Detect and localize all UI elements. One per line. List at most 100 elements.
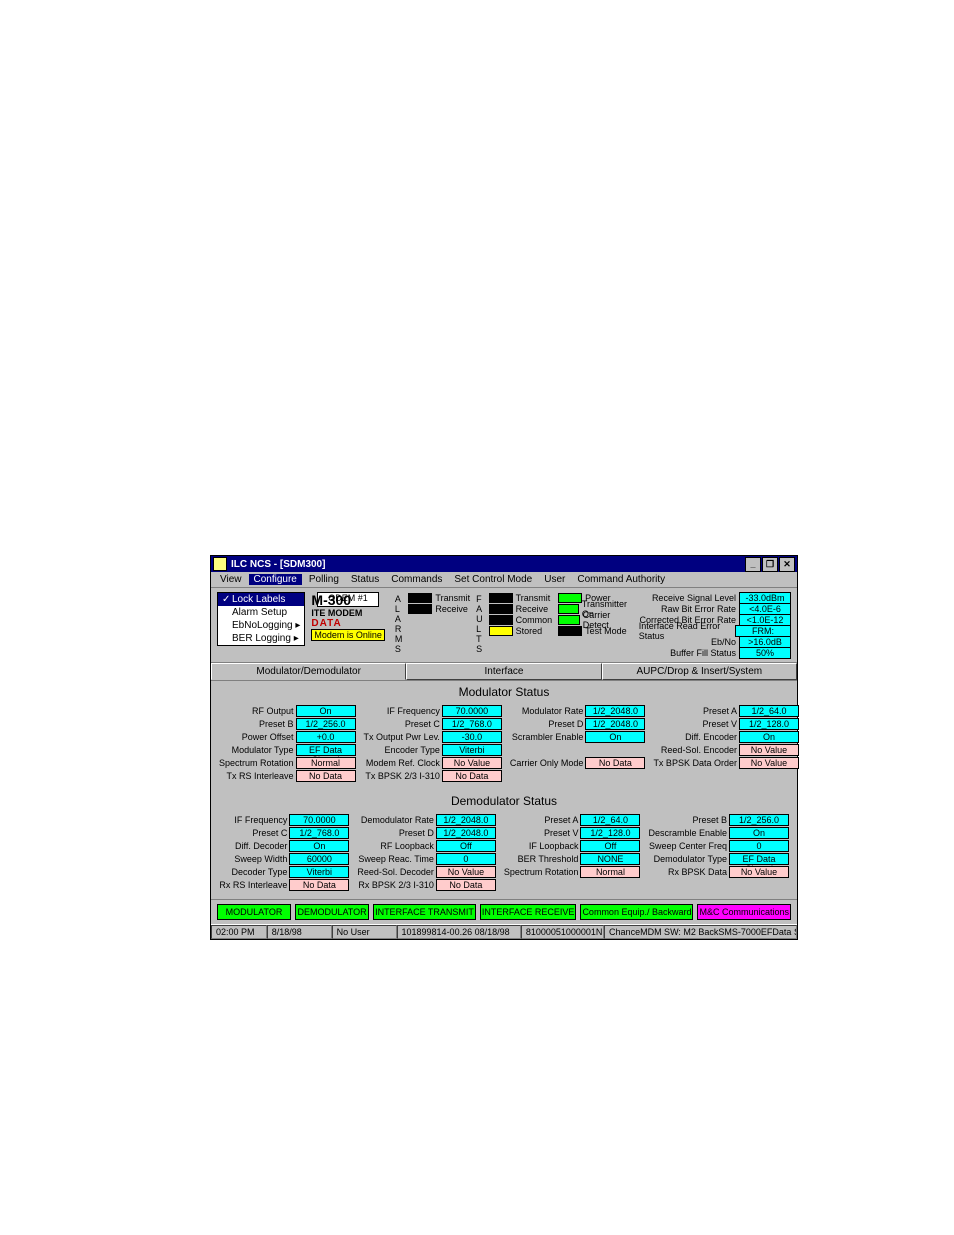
param-cell: Preset B1/2_256.0 bbox=[648, 814, 789, 826]
param-value[interactable]: No Value bbox=[442, 757, 502, 769]
param-value[interactable]: +0.0 bbox=[296, 731, 356, 743]
title-bar[interactable]: ILC NCS - [SDM300] _ ❐ ✕ bbox=[211, 556, 797, 572]
demodulator-title: Demodulator Status bbox=[211, 790, 797, 812]
param-value[interactable]: On bbox=[739, 731, 799, 743]
param-value[interactable]: No Data bbox=[442, 770, 502, 782]
maximize-button[interactable]: ❐ bbox=[762, 557, 778, 572]
tab-modulator-demodulator[interactable]: Modulator/Demodulator bbox=[211, 663, 406, 680]
status-bar: 02:00 PM8/18/98No User101899814-00.26 08… bbox=[211, 924, 797, 939]
param-value[interactable]: 1/2_2048.0 bbox=[436, 827, 496, 839]
param-value[interactable]: NONE bbox=[580, 853, 640, 865]
param-value[interactable]: 1/2_128.0 bbox=[739, 718, 799, 730]
menu-set-control-mode[interactable]: Set Control Mode bbox=[449, 574, 537, 585]
param-value[interactable]: Off bbox=[436, 840, 496, 852]
brand-model: M-300 bbox=[311, 592, 389, 608]
param-value[interactable]: -30.0 bbox=[442, 731, 502, 743]
param-value[interactable]: 1/2_64.0 bbox=[580, 814, 640, 826]
menu-commands[interactable]: Commands bbox=[386, 574, 447, 585]
param-value[interactable]: 1/2_2048.0 bbox=[436, 814, 496, 826]
dropdown-list[interactable]: ✓Lock LabelsAlarm SetupEbNoLogging ▸BER … bbox=[217, 592, 305, 646]
param-value[interactable]: No Data bbox=[585, 757, 645, 769]
param-cell: Modulator Rate1/2_2048.0 bbox=[510, 705, 646, 717]
param-cell bbox=[648, 879, 789, 891]
param-value[interactable]: 1/2_64.0 bbox=[739, 705, 799, 717]
dropdown-item[interactable]: BER Logging ▸ bbox=[218, 632, 304, 645]
param-value[interactable]: EF Data Closed bbox=[729, 853, 789, 865]
param-value[interactable]: Normal bbox=[580, 866, 640, 878]
minimize-button[interactable]: _ bbox=[745, 557, 761, 572]
status-button-interface-transmit[interactable]: INTERFACE TRANSMIT bbox=[373, 904, 476, 920]
menu-polling[interactable]: Polling bbox=[304, 574, 344, 585]
status-button-interface-receive[interactable]: INTERFACE RECEIVE bbox=[480, 904, 577, 920]
menu-view[interactable]: View bbox=[215, 574, 247, 585]
param-value[interactable]: No Value bbox=[729, 866, 789, 878]
param-value[interactable]: 1/2_256.0 bbox=[296, 718, 356, 730]
param-cell: Rx RS InterleaveNo Data bbox=[219, 879, 349, 891]
param-cell bbox=[510, 744, 646, 756]
menu-bar: ViewConfigurePollingStatusCommandsSet Co… bbox=[211, 572, 797, 588]
param-value[interactable]: 0 bbox=[729, 840, 789, 852]
param-value[interactable]: 1/2_768.0 bbox=[289, 827, 349, 839]
param-cell: Preset C1/2_768.0 bbox=[364, 718, 502, 730]
param-cell: RF LoopbackOff bbox=[357, 840, 496, 852]
param-value[interactable]: On bbox=[296, 705, 356, 717]
tab-interface[interactable]: Interface bbox=[406, 663, 601, 680]
menu-command-authority[interactable]: Command Authority bbox=[572, 574, 670, 585]
param-value[interactable]: Viterbi bbox=[442, 744, 502, 756]
status-cell: 02:00 PM bbox=[211, 925, 267, 939]
status-button-common-equip-backward[interactable]: Common Equip./ Backward bbox=[580, 904, 693, 920]
param-cell: Preset V1/2_128.0 bbox=[653, 718, 799, 730]
close-button[interactable]: ✕ bbox=[779, 557, 795, 572]
dropdown-item[interactable]: Alarm Setup bbox=[218, 606, 304, 619]
param-cell: Decoder TypeViterbi bbox=[219, 866, 349, 878]
param-value[interactable]: 0 bbox=[436, 853, 496, 865]
dropdown-item[interactable]: EbNoLogging ▸ bbox=[218, 619, 304, 632]
param-value[interactable]: EF Data Closed bbox=[296, 744, 356, 756]
param-value[interactable]: 1/2_2048.0 bbox=[585, 705, 645, 717]
menu-configure[interactable]: Configure bbox=[249, 574, 302, 585]
app-icon bbox=[213, 557, 227, 571]
menu-user[interactable]: User bbox=[539, 574, 570, 585]
param-value[interactable]: On bbox=[585, 731, 645, 743]
param-value[interactable]: 1/2_256.0 bbox=[729, 814, 789, 826]
param-cell: Diff. DecoderOn bbox=[219, 840, 349, 852]
param-value[interactable]: 70.0000 bbox=[289, 814, 349, 826]
tab-aupc-drop-insert-system[interactable]: AUPC/Drop & Insert/System bbox=[602, 663, 797, 680]
rx-row: Receive Signal Level-33.0dBm bbox=[639, 592, 791, 603]
status-button-modulator[interactable]: MODULATOR bbox=[217, 904, 291, 920]
param-value[interactable]: 1/2_768.0 bbox=[442, 718, 502, 730]
param-cell: Preset A1/2_64.0 bbox=[504, 814, 641, 826]
param-cell: Diff. EncoderOn bbox=[653, 731, 799, 743]
param-value[interactable]: No Data bbox=[436, 879, 496, 891]
param-value[interactable]: 60000 bbox=[289, 853, 349, 865]
param-value[interactable]: No Data bbox=[289, 879, 349, 891]
param-value[interactable]: 1/2_128.0 bbox=[580, 827, 640, 839]
param-cell: IF LoopbackOff bbox=[504, 840, 641, 852]
rx-row: Buffer Fill Status50% bbox=[639, 647, 791, 658]
menu-status[interactable]: Status bbox=[346, 574, 384, 585]
param-value[interactable]: No Value bbox=[436, 866, 496, 878]
led-transmit bbox=[408, 593, 432, 603]
param-value[interactable]: Normal bbox=[296, 757, 356, 769]
led-carrier-detect bbox=[558, 615, 580, 625]
indicator-row: Receive bbox=[408, 603, 470, 614]
param-value[interactable]: On bbox=[729, 827, 789, 839]
param-value[interactable]: No Value bbox=[739, 757, 799, 769]
brand-sub: ITE MODEM bbox=[311, 608, 389, 618]
param-cell: Carrier Only ModeNo Data bbox=[510, 757, 646, 769]
status-button-m-c-communications[interactable]: M&C Communications bbox=[697, 904, 791, 920]
status-button-demodulator[interactable]: DEMODULATOR bbox=[295, 904, 369, 920]
param-cell: Reed-Sol. DecoderNo Value bbox=[357, 866, 496, 878]
param-cell: Sweep Reac. Time0 bbox=[357, 853, 496, 865]
param-value[interactable]: No Value bbox=[739, 744, 799, 756]
online-badge: Modem is Online bbox=[311, 629, 385, 641]
alarms-label: ALARMS bbox=[395, 592, 403, 658]
param-value[interactable]: No Data bbox=[296, 770, 356, 782]
dropdown-item[interactable]: ✓Lock Labels bbox=[218, 593, 304, 606]
param-cell bbox=[504, 879, 641, 891]
param-value[interactable]: On bbox=[289, 840, 349, 852]
param-value[interactable]: Viterbi bbox=[289, 866, 349, 878]
param-value[interactable]: 1/2_2048.0 bbox=[585, 718, 645, 730]
param-value[interactable]: 70.0000 bbox=[442, 705, 502, 717]
param-value[interactable]: Off bbox=[580, 840, 640, 852]
